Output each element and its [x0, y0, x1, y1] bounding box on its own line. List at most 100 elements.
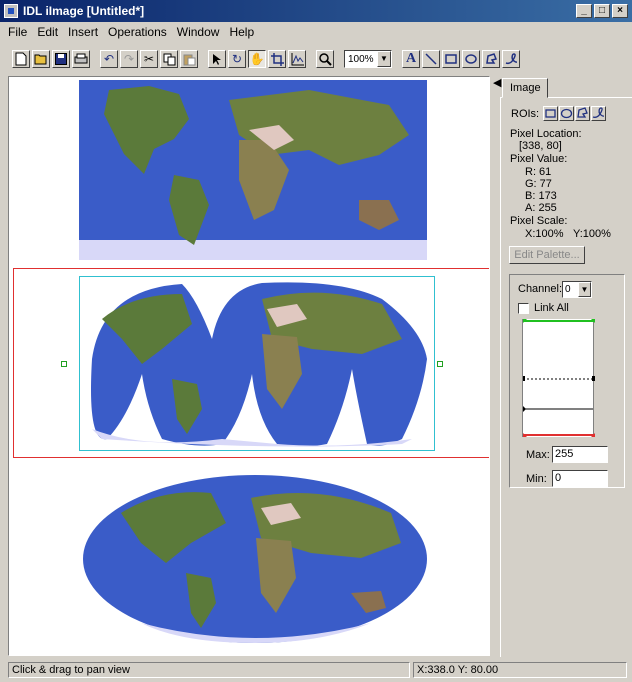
text-tool-icon: A [405, 51, 417, 66]
close-button[interactable]: × [612, 4, 628, 18]
roi-rectangle-button[interactable] [543, 106, 558, 121]
rectangle-icon [545, 109, 556, 118]
folder-open-icon [34, 54, 47, 65]
text-tool-button[interactable]: A [402, 50, 420, 68]
world-map-rectangular[interactable] [79, 80, 427, 260]
hand-icon: ✋ [249, 52, 265, 66]
min-label: Min: [526, 473, 547, 485]
roi-freehand-button[interactable] [591, 106, 606, 121]
zoom-tool-button[interactable] [316, 50, 334, 68]
pixel-value-a: A: 255 [525, 202, 557, 214]
tab-image[interactable]: Image [502, 78, 548, 98]
menu-window[interactable]: Window [177, 25, 220, 39]
channel-label: Channel: [518, 283, 563, 295]
rectangle-icon [445, 54, 457, 64]
printer-icon [74, 53, 88, 64]
menu-operations[interactable]: Operations [108, 25, 167, 39]
properties-panel: Image ROIs: Pixel Location: [338, 80] Pi… [500, 76, 632, 657]
toolbar: ↶ ↷ ✂ ↻ ✋ 100% ▼ A [0, 44, 632, 74]
arrow-pointer-icon [213, 53, 221, 65]
maximize-button[interactable]: □ [594, 4, 610, 18]
select-tool-button[interactable] [208, 50, 226, 68]
rotate-icon: ↻ [231, 52, 243, 66]
edit-palette-button[interactable]: Edit Palette... [509, 246, 585, 264]
oval-tool-button[interactable] [462, 50, 480, 68]
line-icon [425, 53, 437, 65]
world-map-interrupted[interactable] [82, 279, 432, 449]
channel-select[interactable]: 0 ▼ [562, 281, 592, 298]
rectangle-tool-button[interactable] [442, 50, 460, 68]
chevron-down-icon: ▼ [578, 282, 591, 297]
pixel-location-label: Pixel Location: [510, 128, 582, 140]
pixel-value-label: Pixel Value: [510, 153, 568, 165]
histogram-plot[interactable] [522, 319, 595, 437]
app-icon [4, 4, 18, 18]
link-all-checkbox[interactable] [518, 303, 529, 314]
copy-button[interactable] [160, 50, 178, 68]
oval-icon [465, 54, 477, 64]
line-profile-button[interactable] [288, 50, 306, 68]
pixel-value-g: G: 77 [525, 178, 552, 190]
rotate-tool-button[interactable]: ↻ [228, 50, 246, 68]
pixel-scale-y: Y:100% [573, 228, 611, 240]
line-tool-button[interactable] [422, 50, 440, 68]
freehand-icon [505, 53, 517, 65]
minimize-button[interactable]: _ [576, 4, 592, 18]
paste-button[interactable] [180, 50, 198, 68]
world-map-oval[interactable] [81, 473, 429, 645]
menu-bar: File Edit Insert Operations Window Help [0, 22, 632, 42]
resize-handle-right[interactable] [437, 361, 443, 367]
save-icon [55, 53, 67, 65]
crop-tool-button[interactable] [268, 50, 286, 68]
oval-icon [560, 108, 573, 119]
save-button[interactable] [52, 50, 70, 68]
max-label: Max: [526, 449, 550, 461]
roi-polygon-button[interactable] [575, 106, 590, 121]
chevron-down-icon: ▼ [377, 51, 391, 67]
undo-button[interactable]: ↶ [100, 50, 118, 68]
pan-tool-button[interactable]: ✋ [248, 50, 266, 68]
title-bar: IDL iImage [Untitled*] _ □ × [0, 0, 632, 22]
zoom-select[interactable]: 100% ▼ [344, 50, 392, 68]
undo-icon: ↶ [103, 52, 115, 66]
print-button[interactable] [72, 50, 90, 68]
menu-help[interactable]: Help [229, 25, 254, 39]
polygon-icon [577, 107, 588, 118]
status-bar: Click & drag to pan view X:338.0 Y: 80.0… [0, 658, 632, 682]
resize-handle-left[interactable] [61, 361, 67, 367]
new-file-button[interactable] [12, 50, 30, 68]
status-coordinates: X:338.0 Y: 80.00 [413, 662, 627, 678]
link-all-label: Link All [534, 302, 569, 314]
open-button[interactable] [32, 50, 50, 68]
pixel-scale-x: X:100% [525, 228, 564, 240]
max-input[interactable]: 255 [552, 446, 608, 463]
image-tab-body: ROIs: Pixel Location: [338, 80] Pixel Va… [500, 97, 632, 657]
new-file-icon [15, 52, 27, 66]
magnifier-icon [318, 52, 332, 66]
window-title: IDL iImage [Untitled*] [23, 4, 145, 18]
menu-file[interactable]: File [8, 25, 27, 39]
polygon-icon [486, 53, 497, 64]
line-profile-icon [291, 52, 304, 65]
freehand-tool-button[interactable] [502, 50, 520, 68]
polygon-tool-button[interactable] [482, 50, 500, 68]
crop-icon [270, 52, 284, 66]
redo-button[interactable]: ↷ [120, 50, 138, 68]
paste-icon [183, 54, 195, 65]
redo-icon: ↷ [123, 52, 135, 66]
pixel-scale-label: Pixel Scale: [510, 215, 568, 227]
histogram-graphic [523, 319, 595, 437]
min-input[interactable]: 0 [552, 470, 608, 487]
menu-insert[interactable]: Insert [68, 25, 98, 39]
cut-button[interactable]: ✂ [140, 50, 158, 68]
scissors-icon: ✂ [143, 52, 155, 66]
roi-ellipse-button[interactable] [559, 106, 574, 121]
pixel-value-r: R: 61 [525, 166, 552, 178]
pixel-value-b: B: 173 [525, 190, 557, 202]
channel-group: Channel: 0 ▼ Link All Max: 255 Min: 0 [509, 274, 625, 488]
image-canvas[interactable] [8, 76, 490, 656]
menu-edit[interactable]: Edit [37, 25, 58, 39]
pixel-location-value: [338, 80] [519, 140, 562, 152]
channel-value: 0 [565, 284, 571, 295]
zoom-value: 100% [348, 53, 374, 65]
